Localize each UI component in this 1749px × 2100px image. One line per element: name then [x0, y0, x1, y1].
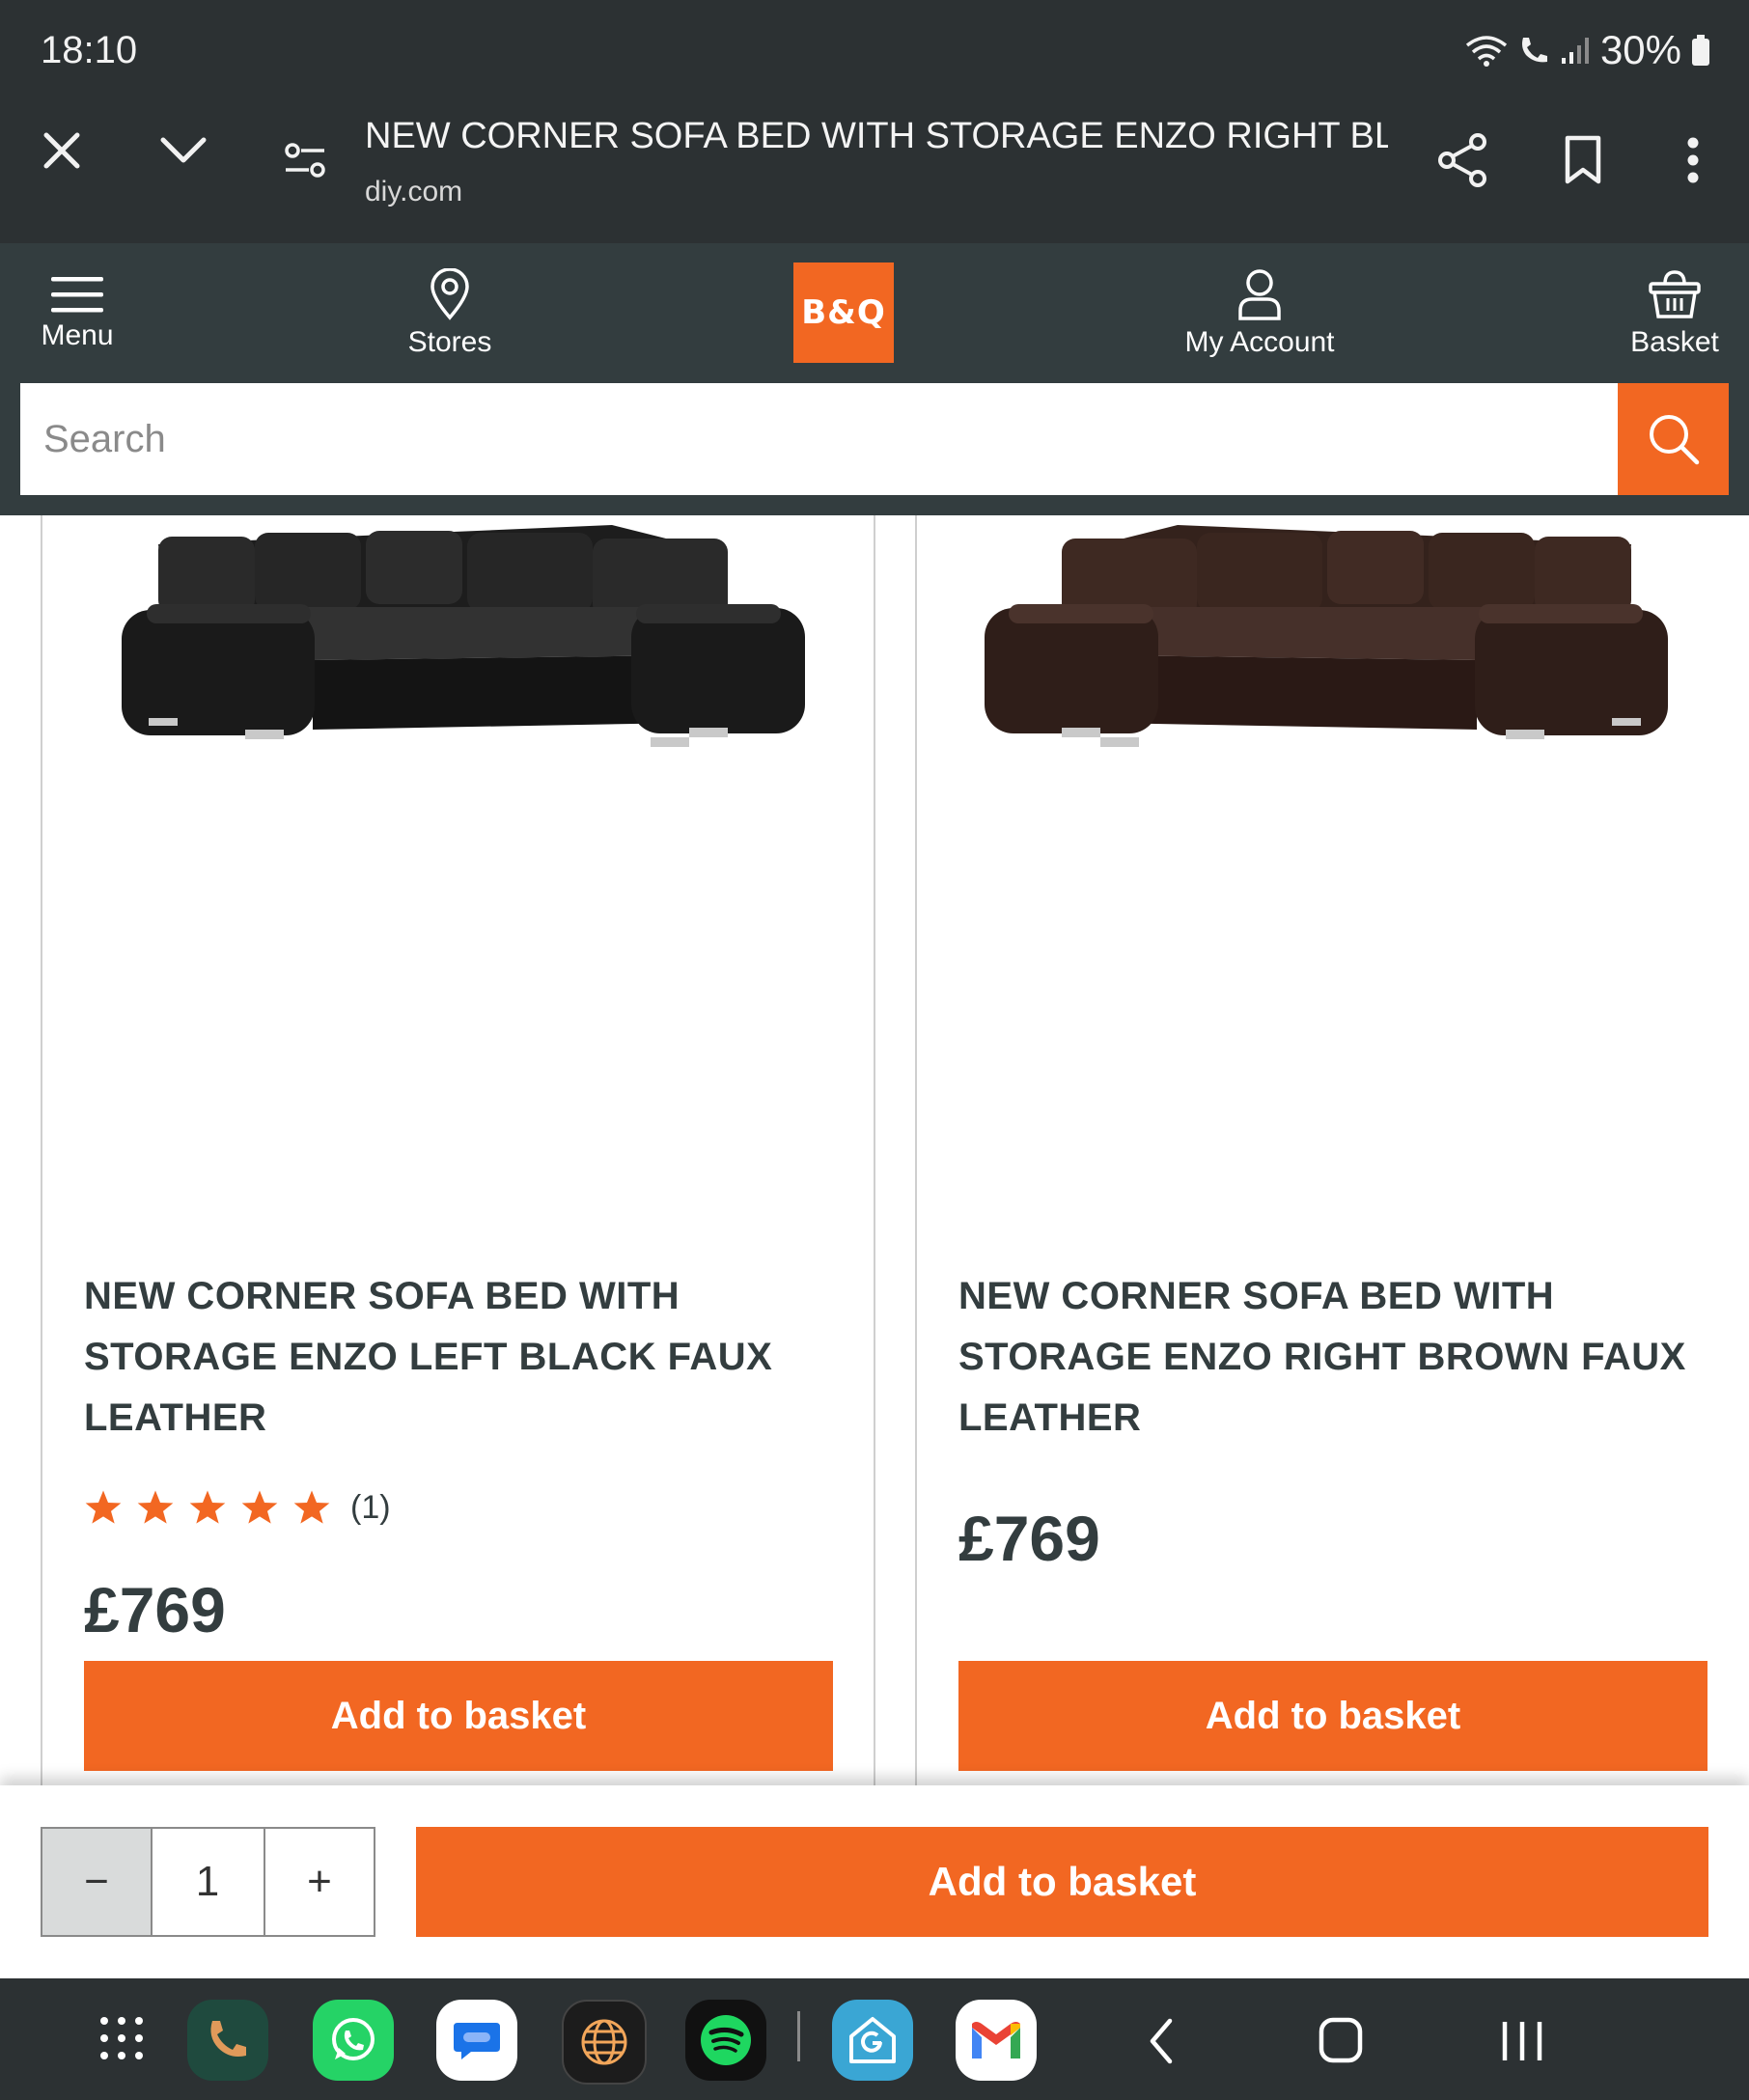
status-indicators: 30%: [1465, 27, 1710, 73]
product-title-line: NEW CORNER SOFA BED WITH: [84, 1275, 680, 1317]
bookmark-icon: [1565, 135, 1601, 184]
star-icon: [241, 1490, 278, 1524]
home-g-icon: [849, 2017, 896, 2063]
phone-app[interactable]: [187, 2000, 268, 2081]
product-title[interactable]: NEW CORNER SOFA BED WITH STORAGE ENZO LE…: [84, 1266, 847, 1449]
search-button[interactable]: [1618, 383, 1729, 495]
product-image-brown-sofa[interactable]: [985, 515, 1680, 766]
star-icon: [85, 1490, 122, 1524]
minimize-button[interactable]: [145, 112, 222, 189]
site-settings-button[interactable]: [266, 122, 344, 199]
product-image-black-sofa[interactable]: [110, 515, 805, 766]
basket-button[interactable]: Basket: [1622, 243, 1728, 383]
hamburger-icon: [51, 276, 103, 312]
more-options-button[interactable]: [1654, 122, 1732, 199]
back-button[interactable]: [1147, 2017, 1176, 2070]
page-title[interactable]: NEW CORNER SOFA BED WITH STORAGE ENZO RI…: [365, 116, 1388, 157]
phone-icon: [210, 2021, 246, 2057]
user-icon: [1238, 268, 1281, 320]
bookmark-button[interactable]: [1544, 122, 1622, 199]
recents-button[interactable]: [1500, 2019, 1544, 2068]
sofa-black: [122, 525, 805, 747]
product-title-line: STORAGE ENZO LEFT BLACK FAUX: [84, 1336, 773, 1378]
quantity-value[interactable]: 1: [151, 1827, 264, 1937]
whatsapp-app[interactable]: [313, 2000, 394, 2081]
sofa-brown: [985, 525, 1668, 747]
messages-app[interactable]: [436, 2000, 517, 2081]
wifi-call-icon: [1521, 38, 1547, 63]
product-title-line: NEW CORNER SOFA BED WITH: [958, 1275, 1555, 1317]
close-tab-button[interactable]: [23, 112, 100, 189]
whatsapp-icon: [332, 2018, 375, 2060]
taskbar-divider: [797, 2011, 800, 2061]
spotify-icon: [701, 2015, 751, 2065]
star-icon: [137, 1490, 174, 1524]
product-title-line: LEATHER: [958, 1396, 1142, 1439]
share-button[interactable]: [1425, 122, 1502, 199]
chevron-down-icon: [160, 137, 207, 163]
app-grid-icon: [100, 2017, 143, 2059]
product-title[interactable]: NEW CORNER SOFA BED WITH STORAGE ENZO RI…: [958, 1266, 1731, 1449]
product-price: £769: [958, 1503, 1100, 1574]
add-to-basket-button[interactable]: Add to basket: [958, 1661, 1707, 1771]
stores-button[interactable]: Stores: [386, 243, 514, 383]
search-icon: [1649, 415, 1699, 465]
basket-icon: [1649, 269, 1701, 318]
spotify-app[interactable]: [685, 2000, 766, 2081]
gmail-app[interactable]: [956, 2000, 1037, 2081]
star-icon: [293, 1490, 330, 1524]
globe-icon: [581, 2019, 627, 2065]
account-label: My Account: [1184, 325, 1335, 358]
home-square-icon: [1319, 2017, 1363, 2063]
star-rating[interactable]: (1): [84, 1488, 391, 1527]
close-icon: [43, 132, 80, 169]
page-domain[interactable]: diy.com: [365, 176, 462, 208]
star-icon: [189, 1490, 226, 1524]
product-title-line: STORAGE ENZO RIGHT BROWN FAUX: [958, 1336, 1686, 1378]
home-app[interactable]: [832, 2000, 913, 2081]
gmail-icon: [972, 2022, 1020, 2059]
app-drawer-button[interactable]: [98, 2015, 145, 2066]
signal-icon: [1561, 38, 1589, 64]
stores-label: Stores: [407, 325, 492, 358]
share-icon: [1438, 133, 1486, 187]
product-card[interactable]: NEW CORNER SOFA BED WITH STORAGE ENZO LE…: [41, 515, 875, 1785]
quantity-decrease-button[interactable]: −: [41, 1827, 153, 1937]
product-title-line: LEATHER: [84, 1396, 267, 1439]
battery-icon: [1692, 35, 1709, 66]
wifi-icon: [1465, 36, 1508, 67]
menu-label: Menu: [41, 318, 114, 351]
browser-app[interactable]: [562, 2000, 647, 2085]
back-chevron-icon: [1150, 2018, 1173, 2064]
add-to-basket-button[interactable]: Add to basket: [84, 1661, 833, 1771]
tune-icon: [285, 143, 325, 178]
recents-icon: [1502, 2022, 1542, 2060]
home-button[interactable]: [1319, 2017, 1363, 2068]
menu-button[interactable]: Menu: [19, 243, 135, 383]
my-account-button[interactable]: My Account: [1168, 243, 1351, 383]
basket-label: Basket: [1630, 325, 1719, 358]
rating-count: (1): [350, 1488, 391, 1526]
bq-logo[interactable]: B&Q: [793, 262, 894, 363]
sticky-add-to-basket-button[interactable]: Add to basket: [416, 1827, 1708, 1937]
more-vert-icon: [1687, 137, 1699, 183]
product-price: £769: [84, 1574, 226, 1645]
status-time: 18:10: [41, 29, 138, 71]
quantity-increase-button[interactable]: +: [264, 1827, 375, 1937]
message-bubble-icon: [454, 2023, 500, 2059]
battery-percent: 30%: [1599, 27, 1681, 72]
search-input[interactable]: [20, 383, 1618, 495]
product-card[interactable]: NEW CORNER SOFA BED WITH STORAGE ENZO RI…: [915, 515, 1749, 1785]
location-pin-icon: [430, 267, 469, 320]
